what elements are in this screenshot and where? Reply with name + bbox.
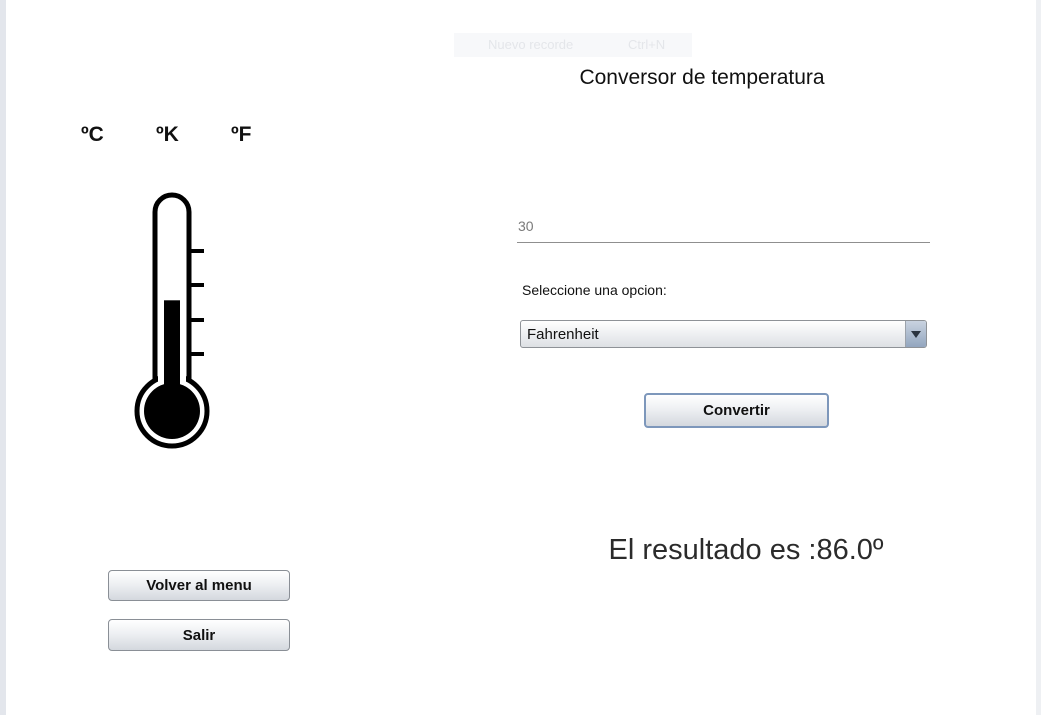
unit-celsius-label: ºC bbox=[81, 123, 104, 146]
selected-option: Fahrenheit bbox=[527, 326, 599, 343]
back-to-menu-button[interactable]: Volver al menu bbox=[108, 570, 290, 601]
ghost-menu-label: Nuevo recorde bbox=[488, 37, 574, 52]
left-window-edge bbox=[0, 0, 6, 715]
app-window: Nuevo recorde Ctrl+N Conversor de temper… bbox=[0, 0, 1041, 715]
option-label: Seleccione una opcion: bbox=[522, 282, 667, 298]
ghost-menu-shortcut: Ctrl+N bbox=[628, 37, 666, 52]
ghost-menu-item: Nuevo recorde Ctrl+N bbox=[454, 33, 692, 57]
thermometer-icon bbox=[128, 192, 218, 457]
result-text: El resultado es :86.0º bbox=[608, 534, 884, 566]
exit-button[interactable]: Salir bbox=[108, 619, 290, 651]
unit-kelvin-label: ºK bbox=[156, 123, 179, 146]
temperature-input[interactable] bbox=[517, 210, 930, 243]
convert-button[interactable]: Convertir bbox=[644, 393, 829, 428]
unit-fahrenheit-label: ºF bbox=[231, 123, 252, 146]
chevron-down-icon[interactable] bbox=[905, 321, 926, 347]
unit-select[interactable]: Fahrenheit bbox=[520, 320, 927, 348]
thermometer-mercury bbox=[164, 300, 180, 396]
right-window-edge bbox=[1036, 0, 1041, 715]
page-title: Conversor de temperatura bbox=[579, 66, 825, 89]
